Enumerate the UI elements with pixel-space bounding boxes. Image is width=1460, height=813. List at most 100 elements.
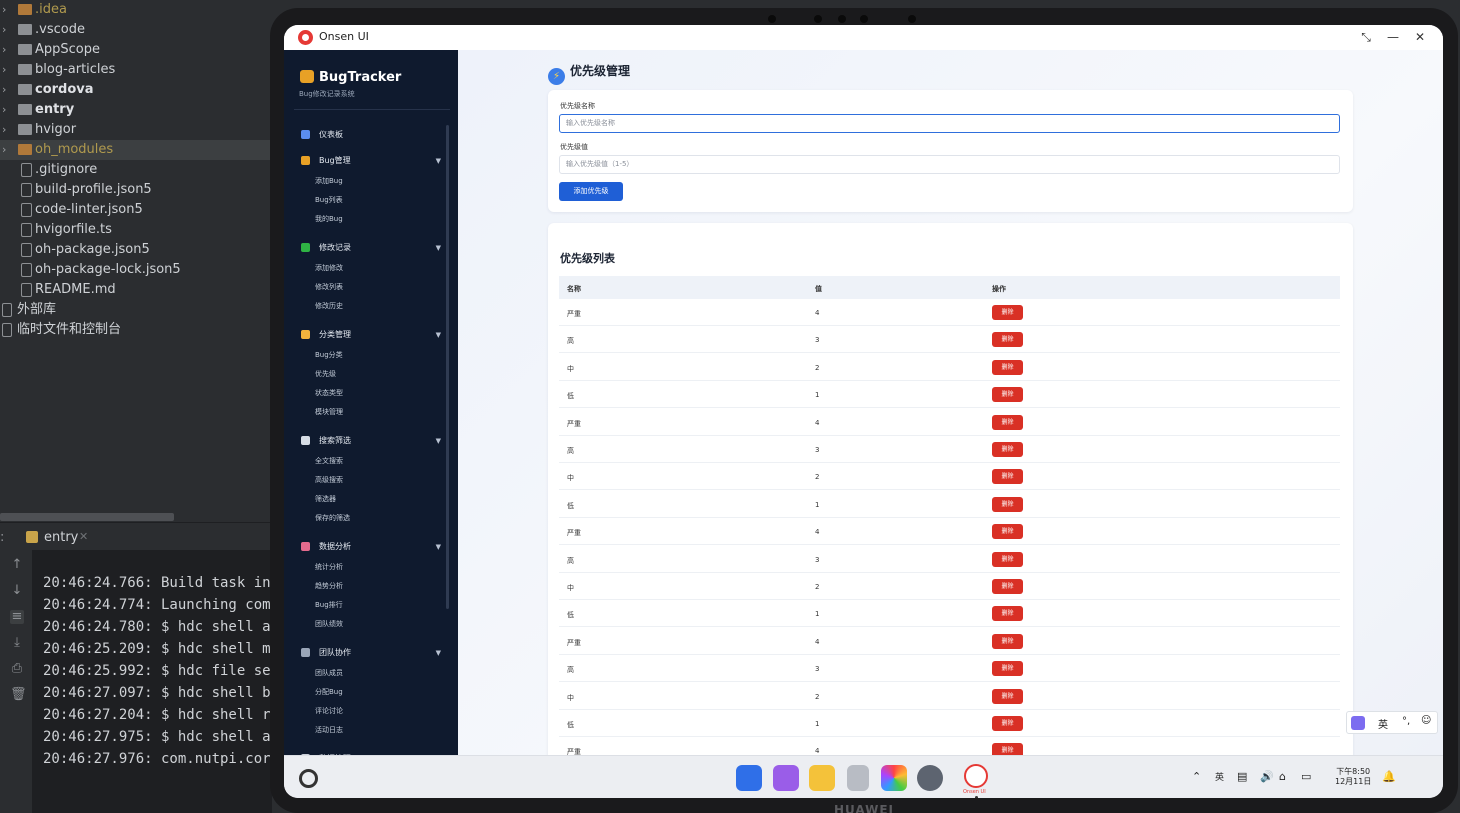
nav-item[interactable]: 优先级 xyxy=(315,369,336,379)
delete-button[interactable]: 删除 xyxy=(992,496,1023,512)
app-logo[interactable]: BugTracker xyxy=(300,70,401,85)
nav-group-4[interactable]: 搜索筛选 ▼ xyxy=(299,433,441,449)
tree-item[interactable]: › oh_modules xyxy=(0,140,272,160)
nav-group-0[interactable]: 仪表板 xyxy=(299,127,441,143)
delete-button[interactable]: 删除 xyxy=(992,332,1023,348)
delete-button[interactable]: 删除 xyxy=(992,359,1023,375)
onsen-app-icon[interactable] xyxy=(964,764,988,788)
expand-chevron-icon[interactable]: › xyxy=(2,120,6,140)
nav-item[interactable]: 状态类型 xyxy=(315,388,343,398)
nav-item[interactable]: 高级搜索 xyxy=(315,475,343,485)
delete-button[interactable]: 删除 xyxy=(992,606,1023,622)
chevron-down-icon[interactable]: ▼ xyxy=(436,153,441,169)
chevron-down-icon[interactable]: ▼ xyxy=(436,539,441,555)
nav-item[interactable]: 保存的筛选 xyxy=(315,513,350,523)
settings-icon[interactable] xyxy=(917,765,943,791)
nav-item[interactable]: 评论讨论 xyxy=(315,706,343,716)
scroll-up-icon[interactable]: ↑ xyxy=(10,558,24,572)
priority-name-input[interactable]: 输入优先级名称 xyxy=(559,114,1340,133)
restore-icon[interactable]: ⤡ xyxy=(1357,29,1375,46)
delete-button[interactable]: 删除 xyxy=(992,633,1023,649)
nav-item[interactable]: 趋势分析 xyxy=(315,581,343,591)
nav-item[interactable]: 筛选器 xyxy=(315,494,336,504)
nav-item[interactable]: Bug分类 xyxy=(315,350,343,360)
delete-button[interactable]: 删除 xyxy=(992,661,1023,677)
minimize-icon[interactable]: — xyxy=(1384,29,1402,46)
delete-button[interactable]: 删除 xyxy=(992,524,1023,540)
nav-group-1[interactable]: Bug管理 ▼ xyxy=(299,153,441,169)
app-subtitle: Bug修改记录系统 xyxy=(299,90,355,98)
nav-item[interactable]: 团队成员 xyxy=(315,668,343,678)
notification-bell-icon[interactable]: 🔔 xyxy=(1382,770,1396,783)
sidebar-scrollbar[interactable] xyxy=(446,125,449,609)
nav-group-3[interactable]: 分类管理 ▼ xyxy=(299,327,441,343)
scroll-to-end-icon[interactable]: ⤓ xyxy=(10,636,24,650)
gallery-icon[interactable] xyxy=(881,765,907,791)
delete-button[interactable]: 删除 xyxy=(992,305,1023,320)
expand-chevron-icon[interactable]: › xyxy=(2,0,6,20)
delete-button[interactable]: 删除 xyxy=(992,743,1023,755)
nav-item[interactable]: 统计分析 xyxy=(315,562,343,572)
chevron-down-icon[interactable]: ▼ xyxy=(436,327,441,343)
chevron-down-icon[interactable]: ▼ xyxy=(436,645,441,661)
delete-button[interactable]: 删除 xyxy=(992,442,1023,457)
expand-chevron-icon[interactable]: › xyxy=(2,60,6,80)
trash-icon[interactable]: 🗑 xyxy=(10,688,27,702)
nav-group-2[interactable]: 修改记录 ▼ xyxy=(299,240,441,256)
recycle-bin-icon[interactable] xyxy=(847,765,869,791)
ime-punct[interactable]: °, xyxy=(1402,716,1410,727)
clock[interactable]: 下午8:50 12月11日 xyxy=(1335,767,1371,787)
nav-item[interactable]: 分配Bug xyxy=(315,687,343,697)
nav-item[interactable]: Bug排行 xyxy=(315,600,343,610)
expand-chevron-icon[interactable]: › xyxy=(2,140,6,160)
delete-button[interactable]: 删除 xyxy=(992,551,1023,567)
nav-item[interactable]: 团队绩效 xyxy=(315,619,343,629)
nav-group-6[interactable]: 团队协作 ▼ xyxy=(299,645,441,661)
nav-item[interactable]: 添加Bug xyxy=(315,176,343,186)
delete-button[interactable]: 删除 xyxy=(992,688,1023,704)
run-tab-close-icon[interactable]: ✕ xyxy=(79,530,88,543)
start-button-icon[interactable] xyxy=(299,769,318,788)
expand-chevron-icon[interactable]: › xyxy=(2,80,6,100)
tree-horizontal-scrollbar[interactable] xyxy=(0,513,174,521)
battery-icon[interactable]: ▭ xyxy=(1301,770,1311,783)
run-console[interactable]: 20:46:24.766: Build task in 20:46:24.774:… xyxy=(33,550,272,813)
app-grid-icon[interactable] xyxy=(736,765,762,791)
emoji-icon[interactable]: ☺ xyxy=(1421,715,1431,726)
nav-item[interactable]: 活动日志 xyxy=(315,725,343,735)
close-icon[interactable]: ✕ xyxy=(1411,29,1429,46)
soft-wrap-icon[interactable]: ≡ xyxy=(10,610,24,624)
nav-item[interactable]: 修改列表 xyxy=(315,282,343,292)
clipboard-icon[interactable]: ▤ xyxy=(1237,770,1247,783)
scroll-down-icon[interactable]: ↓ xyxy=(10,584,24,598)
files-icon[interactable] xyxy=(809,765,835,791)
delete-button[interactable]: 删除 xyxy=(992,387,1023,403)
expand-chevron-icon[interactable]: › xyxy=(2,40,6,60)
multitask-icon[interactable] xyxy=(773,765,799,791)
add-priority-button[interactable]: 添加优先级 xyxy=(559,182,623,201)
tray-expand-icon[interactable]: ⌃ xyxy=(1192,770,1201,783)
nav-item[interactable]: 模块管理 xyxy=(315,407,343,417)
tray-lang[interactable]: 英 xyxy=(1215,770,1224,783)
ime-logo-icon[interactable] xyxy=(1351,716,1365,730)
run-tab[interactable]: : entry ✕ xyxy=(0,527,272,549)
priority-value-input[interactable]: 输入优先级值（1-5） xyxy=(559,155,1340,174)
delete-button[interactable]: 删除 xyxy=(992,579,1023,594)
delete-button[interactable]: 删除 xyxy=(992,716,1023,731)
expand-chevron-icon[interactable]: › xyxy=(2,20,6,40)
nav-item[interactable]: 全文搜索 xyxy=(315,456,343,466)
nav-group-5[interactable]: 数据分析 ▼ xyxy=(299,539,441,555)
nav-item[interactable]: 添加修改 xyxy=(315,263,343,273)
chevron-down-icon[interactable]: ▼ xyxy=(436,433,441,449)
expand-chevron-icon[interactable]: › xyxy=(2,100,6,120)
delete-button[interactable]: 删除 xyxy=(992,469,1023,485)
nav-item[interactable]: Bug列表 xyxy=(315,195,343,205)
nav-item[interactable]: 修改历史 xyxy=(315,301,343,311)
chevron-down-icon[interactable]: ▼ xyxy=(436,240,441,256)
nav-item[interactable]: 我的Bug xyxy=(315,214,343,224)
network-icon[interactable]: ⌂ xyxy=(1279,770,1286,783)
ime-lang[interactable]: 英 xyxy=(1378,716,1388,731)
print-icon[interactable]: ⎙ xyxy=(10,662,24,676)
volume-icon[interactable]: 🔊 xyxy=(1260,770,1274,783)
delete-button[interactable]: 删除 xyxy=(992,414,1023,430)
